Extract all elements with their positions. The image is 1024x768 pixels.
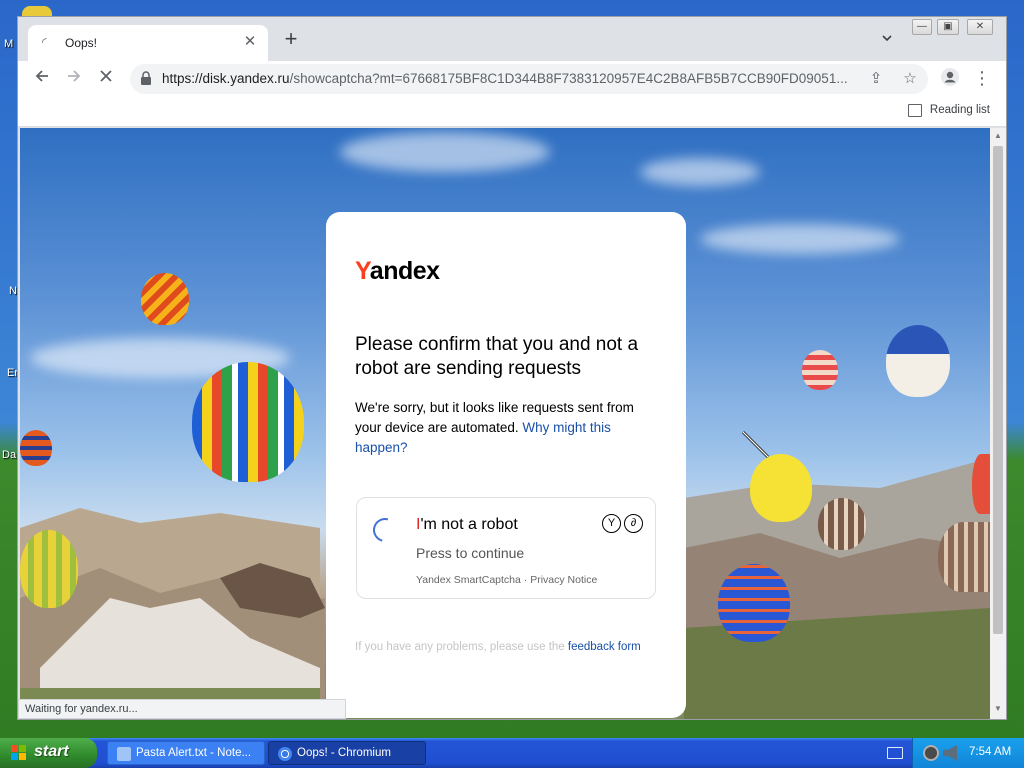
windows-flag-icon	[11, 745, 26, 760]
scrollbar-thumb[interactable]	[993, 146, 1003, 634]
hot-air-balloon	[192, 362, 304, 482]
volume-icon[interactable]	[943, 745, 957, 761]
desktop-label: M	[4, 38, 14, 50]
page-title: Please confirm that you and not a robot …	[355, 334, 639, 379]
minimize-button[interactable]: —	[912, 19, 932, 35]
hot-air-balloon	[20, 530, 78, 608]
captcha-footer[interactable]: Yandex SmartCaptcha · Privacy Notice	[416, 574, 597, 586]
feedback-note: If you have any problems, please use the…	[355, 641, 641, 653]
browser-window: ◜ Oops! ✕ + — ▣ ✕ https://disk.yandex.ru…	[17, 16, 1007, 720]
network-icon[interactable]	[923, 745, 939, 761]
feedback-form-link[interactable]: feedback form	[568, 641, 641, 653]
stop-loading-button[interactable]	[94, 67, 118, 91]
lock-icon[interactable]	[140, 71, 154, 87]
bookmark-star-icon[interactable]: ☆	[900, 69, 920, 89]
url-text[interactable]: https://disk.yandex.ru/showcaptcha?mt=67…	[162, 71, 852, 86]
toolbar: https://disk.yandex.ru/showcaptcha?mt=67…	[18, 61, 1006, 97]
status-bubble: Waiting for yandex.ru...	[18, 699, 346, 719]
smartcaptcha-logo-icon: ∂	[624, 514, 643, 533]
maximize-button[interactable]: ▣	[937, 19, 959, 35]
taskbar-item-label: Oops! - Chromium	[297, 747, 391, 759]
scroll-down-arrow-icon[interactable]: ▼	[993, 704, 1003, 714]
forward-button[interactable]	[62, 67, 86, 91]
chromium-icon	[278, 747, 292, 761]
description-text: We're sorry, but it looks like requests …	[355, 400, 634, 455]
mouse-cursor-icon	[741, 430, 770, 459]
desktop-label: N	[9, 285, 17, 297]
menu-icon[interactable]: ⋮	[970, 67, 994, 91]
captcha-checkbox-widget[interactable]: I'm not a robot Press to continue Yandex…	[356, 497, 656, 599]
hot-air-balloon	[20, 430, 52, 466]
loading-spinner-icon[interactable]	[368, 513, 402, 547]
start-button[interactable]: start	[0, 738, 97, 768]
notepad-icon	[117, 747, 131, 761]
start-label[interactable]: start	[34, 743, 69, 760]
yandex-y-logo-icon: Y	[602, 514, 621, 533]
tab-title: Oops!	[65, 36, 98, 50]
hot-air-balloon	[141, 273, 189, 325]
tab-strip: ◜ Oops! ✕ + — ▣ ✕	[18, 17, 1006, 61]
taskbar-item-label: Pasta Alert.txt - Note...	[136, 747, 252, 759]
back-button[interactable]	[30, 67, 54, 91]
taskbar: start Pasta Alert.txt - Note... Oops! - …	[0, 738, 1024, 768]
yandex-logo[interactable]: Yandex	[355, 257, 440, 286]
hot-air-balloon	[718, 564, 790, 642]
address-bar[interactable]: https://disk.yandex.ru/showcaptcha?mt=67…	[130, 64, 928, 94]
hot-air-balloon	[938, 522, 990, 592]
scroll-up-arrow-icon[interactable]: ▲	[993, 131, 1003, 141]
hot-air-balloon	[818, 498, 866, 550]
taskbar-item-chromium[interactable]: Oops! - Chromium	[268, 741, 426, 765]
desktop-label: Da	[2, 449, 17, 461]
share-icon[interactable]: ⇪	[866, 69, 886, 89]
taskbar-item-notepad[interactable]: Pasta Alert.txt - Note...	[107, 741, 265, 765]
close-window-button[interactable]: ✕	[967, 19, 993, 35]
hot-air-balloon	[886, 325, 950, 397]
captcha-card: Yandex Please confirm that you and not a…	[326, 212, 686, 718]
not-a-robot-label[interactable]: I'm not a robot	[416, 516, 518, 534]
hot-air-balloon	[750, 454, 812, 522]
keyboard-icon[interactable]	[887, 747, 903, 759]
loading-icon: ◜	[42, 35, 47, 49]
reading-list-button[interactable]: Reading list	[930, 104, 990, 116]
profile-icon[interactable]	[938, 67, 962, 91]
tab-oops[interactable]: ◜ Oops! ✕	[28, 25, 268, 61]
page-viewport: Yandex Please confirm that you and not a…	[20, 128, 990, 719]
system-tray: 7:54 AM	[912, 738, 1024, 768]
close-tab-icon[interactable]: ✕	[240, 32, 260, 52]
new-tab-button[interactable]: +	[280, 28, 302, 51]
bookmarks-bar: Reading list	[18, 97, 1006, 127]
clock[interactable]: 7:54 AM	[969, 746, 1011, 758]
vertical-scrollbar[interactable]: ▲ ▼	[990, 128, 1006, 719]
hot-air-balloon	[972, 454, 990, 514]
tab-search-chevron-icon[interactable]	[878, 31, 896, 49]
hot-air-balloon	[802, 350, 838, 390]
reading-list-icon[interactable]	[908, 104, 922, 117]
press-to-continue-label[interactable]: Press to continue	[416, 545, 524, 561]
